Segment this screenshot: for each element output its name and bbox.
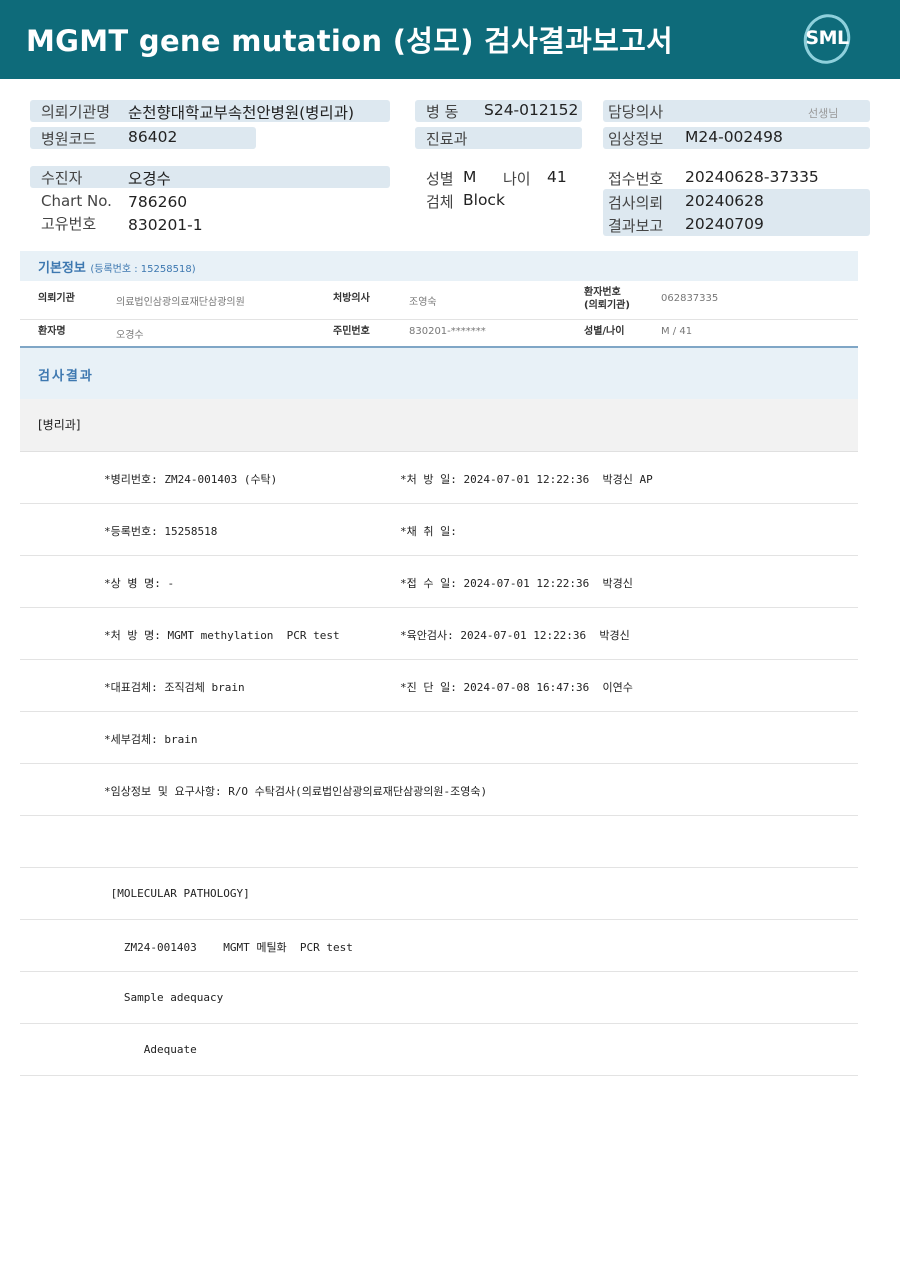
result-row: [MOLECULAR PATHOLOGY]: [20, 868, 858, 920]
sex-value: M: [463, 168, 477, 186]
patient-name-value: 오경수: [116, 330, 144, 341]
result-left: *대표검체: 조직검체 brain: [104, 681, 245, 694]
doctor-label: 담당의사: [608, 103, 664, 121]
patient-bar: [30, 166, 390, 188]
result-right: *채 취 일:: [400, 525, 457, 538]
basic-info-row-2: 환자명 오경수 주민번호 830201-******* 성별/나이 M / 41: [20, 320, 858, 346]
clinical-value: M24-002498: [685, 128, 783, 146]
sex-age-label: 성별/나이: [584, 326, 625, 337]
result-left: *상 병 명: -: [104, 577, 175, 590]
result-left: [MOLECULAR PATHOLOGY]: [104, 887, 250, 900]
result-left: *처 방 명: MGMT methylation PCR test: [104, 629, 340, 642]
ward-label: 병 동: [426, 103, 459, 121]
patient-name-label: 환자명: [38, 326, 66, 337]
result-row: *상 병 명: - *접 수 일: 2024-07-01 12:22:36 박경신: [20, 556, 858, 608]
sex-age-value: M / 41: [661, 326, 693, 337]
basic-info-row-1: 의뢰기관 의료법인삼광의료재단삼광의원 처방의사 조영숙 환자번호 (의뢰기관)…: [20, 281, 858, 320]
report-label: 결과보고: [608, 217, 664, 235]
result-row: *임상정보 및 요구사항: R/O 수탁검사(의료법인삼광의료재단삼광의원-조영…: [20, 764, 858, 816]
prescriber-label: 처방의사: [333, 293, 370, 304]
request-label: 검사의뢰: [608, 194, 664, 212]
result-row: Sample adequacy: [20, 972, 858, 1024]
department-row: [병리과]: [20, 399, 858, 452]
receipt-value: 20240628-37335: [685, 168, 819, 186]
result-left: *임상정보 및 요구사항: R/O 수탁검사(의료법인삼광의료재단삼광의원-조영…: [104, 785, 488, 798]
department-name: [병리과]: [38, 418, 81, 432]
result-title: 검사결과: [38, 369, 94, 384]
result-left: Adequate: [104, 1043, 197, 1056]
result-row: *병리번호: ZM24-001403 (수탁) *처 방 일: 2024-07-0…: [20, 452, 858, 504]
result-left: *병리번호: ZM24-001403 (수탁): [104, 473, 278, 486]
specimen-label: 검체: [426, 193, 454, 211]
request-value: 20240628: [685, 192, 764, 210]
ward-value: S24-012152: [484, 101, 579, 119]
result-right: *처 방 일: 2024-07-01 12:22:36 박경신 AP: [400, 473, 653, 486]
result-left: *등록번호: 15258518: [104, 525, 218, 538]
patient-value: 오경수: [128, 170, 171, 188]
requester-label: 의뢰기관명: [41, 103, 111, 121]
institution-label: 의뢰기관: [38, 293, 75, 304]
result-right: *육안검사: 2024-07-01 12:22:36 박경신: [400, 629, 630, 642]
clinical-label: 임상정보: [608, 130, 664, 148]
result-row: *등록번호: 15258518 *채 취 일:: [20, 504, 858, 556]
result-right: *진 단 일: 2024-07-08 16:47:36 이연수: [400, 681, 633, 694]
result-row: Adequate: [20, 1024, 858, 1076]
age-label: 나이: [503, 170, 531, 188]
patient-no-label-1: 환자번호: [584, 287, 621, 298]
doctor-suffix: 선생님: [808, 107, 839, 120]
basic-info-subtitle: (등록번호 : 15258518): [90, 264, 196, 275]
hospital-code-label: 병원코드: [41, 130, 97, 148]
institution-value: 의료법인삼광의료재단삼광의원: [116, 297, 245, 308]
result-row: *세부검체: brain: [20, 712, 858, 764]
basic-info-title: 기본정보 (등록번호 : 15258518): [38, 257, 196, 276]
patient-label: 수진자: [41, 169, 83, 187]
report-value: 20240709: [685, 215, 764, 233]
result-row: *대표검체: 조직검체 brain *진 단 일: 2024-07-08 16:4…: [20, 660, 858, 712]
patient-no-label-2: (의뢰기관): [584, 300, 630, 311]
result-right: *접 수 일: 2024-07-01 12:22:36 박경신: [400, 577, 633, 590]
result-row: *처 방 명: MGMT methylation PCR test *육안검사: …: [20, 608, 858, 660]
requester-value: 순천향대학교부속천안병원(병리과): [128, 104, 354, 122]
report-title: MGMT gene mutation (성모) 검사결과보고서: [26, 24, 674, 58]
report-header: MGMT gene mutation (성모) 검사결과보고서 SML: [0, 0, 900, 79]
result-left: *세부검체: brain: [104, 733, 198, 746]
age-value: 41: [547, 168, 567, 186]
specimen-value: Block: [463, 191, 505, 209]
logo-text: SML: [805, 27, 849, 49]
unique-value: 830201-1: [128, 216, 203, 234]
basic-title-text: 기본정보: [38, 261, 86, 276]
chart-value: 786260: [128, 193, 188, 211]
unique-label: 고유번호: [41, 215, 97, 233]
prescriber-value: 조영숙: [409, 297, 437, 308]
chart-label: Chart No.: [41, 192, 112, 210]
receipt-label: 접수번호: [608, 170, 664, 188]
result-header: 검사결과: [20, 346, 858, 399]
rrn-value: 830201-*******: [409, 326, 486, 337]
result-left: ZM24-001403 MGMT 메틸화 PCR test: [104, 941, 353, 954]
department-label: 진료과: [426, 130, 468, 148]
sex-label: 성별: [426, 170, 454, 188]
result-left: Sample adequacy: [104, 991, 224, 1004]
sml-logo: SML: [796, 7, 858, 71]
basic-info-header: 기본정보 (등록번호 : 15258518): [20, 251, 858, 281]
patient-no-value: 062837335: [661, 293, 719, 304]
hospital-code-value: 86402: [128, 128, 178, 146]
result-row: [20, 816, 858, 868]
result-row: ZM24-001403 MGMT 메틸화 PCR test: [20, 920, 858, 972]
rrn-label: 주민번호: [333, 326, 370, 337]
